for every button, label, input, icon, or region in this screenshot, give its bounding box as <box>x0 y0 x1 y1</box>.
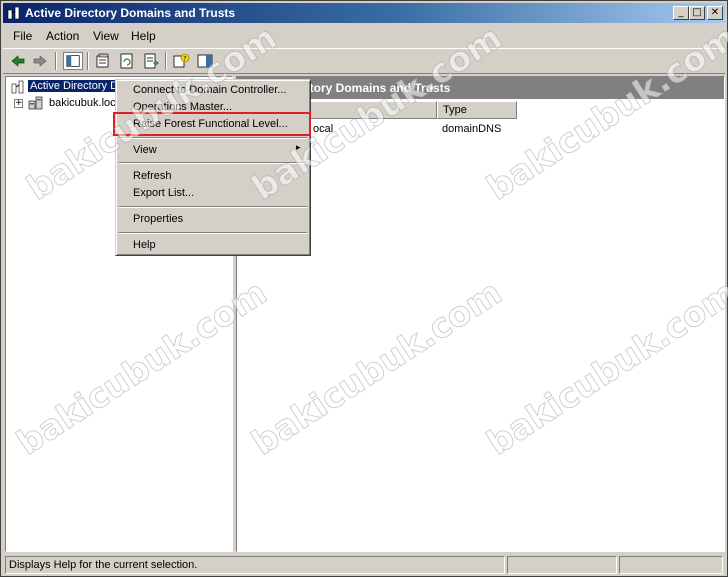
show-hide-tree-icon[interactable] <box>63 52 83 70</box>
refresh-icon[interactable] <box>117 52 137 70</box>
status-panel-2 <box>507 556 617 574</box>
menu-export-list[interactable]: Export List... <box>133 187 194 199</box>
menu-refresh[interactable]: Refresh <box>133 170 172 182</box>
domain-icon <box>28 96 43 110</box>
ad-domains-icon <box>11 80 24 94</box>
menu-help[interactable]: Help <box>131 29 156 43</box>
show-hide-action-pane-icon[interactable] <box>195 52 215 70</box>
properties-icon[interactable] <box>93 52 113 70</box>
menu-bar: File Action View Help <box>3 25 725 47</box>
column-header-type[interactable]: Type <box>437 101 517 119</box>
maximize-button[interactable]: □ <box>689 6 705 20</box>
toolbar-separator <box>55 52 57 70</box>
menu-help[interactable]: Help <box>133 239 156 251</box>
menu-separator <box>119 232 307 234</box>
svg-text:?: ? <box>183 56 186 63</box>
title-bar[interactable]: Active Directory Domains and Trusts _ □ … <box>3 3 725 23</box>
toolbar-separator <box>87 52 89 70</box>
submenu-arrow-icon: ▸ <box>296 143 301 153</box>
cell-type: domainDNS <box>442 123 502 135</box>
menu-connect-domain-controller[interactable]: Connect to Domain Controller... <box>133 84 286 96</box>
menu-separator <box>119 137 307 139</box>
toolbar-separator <box>165 52 167 70</box>
minimize-button[interactable]: _ <box>673 6 689 20</box>
menu-action[interactable]: Action <box>46 29 79 43</box>
close-button[interactable]: ✕ <box>707 6 723 20</box>
window-title: Active Directory Domains and Trusts <box>25 6 236 20</box>
menu-properties[interactable]: Properties <box>133 213 183 225</box>
help-icon[interactable]: ? <box>171 52 191 70</box>
status-panel-3 <box>619 556 723 574</box>
status-text: Displays Help for the current selection. <box>5 556 505 574</box>
menu-view[interactable]: View <box>93 29 119 43</box>
status-bar: Displays Help for the current selection. <box>3 555 725 575</box>
context-menu: Connect to Domain Controller... Operatio… <box>115 79 311 256</box>
cell-name: ocal <box>313 123 334 135</box>
menu-separator <box>119 206 307 208</box>
menu-separator <box>119 162 307 164</box>
forward-arrow-icon[interactable] <box>30 52 50 70</box>
back-arrow-icon[interactable] <box>8 52 28 70</box>
tree-root-node[interactable]: Active Directory D <box>28 80 121 92</box>
highlight-box <box>113 112 311 136</box>
expand-plus-icon[interactable]: + <box>14 99 23 108</box>
export-list-icon[interactable] <box>141 52 161 70</box>
app-window: Active Directory Domains and Trusts _ □ … <box>0 0 728 577</box>
ad-domains-icon <box>7 6 20 20</box>
result-pane-title: ctory Domains and Trusts <box>303 81 451 95</box>
menu-view[interactable]: View <box>133 144 157 156</box>
menu-file[interactable]: File <box>13 29 32 43</box>
tree-domain-node[interactable]: bakicubuk.loc <box>49 97 116 109</box>
toolbar: ? <box>3 48 725 74</box>
